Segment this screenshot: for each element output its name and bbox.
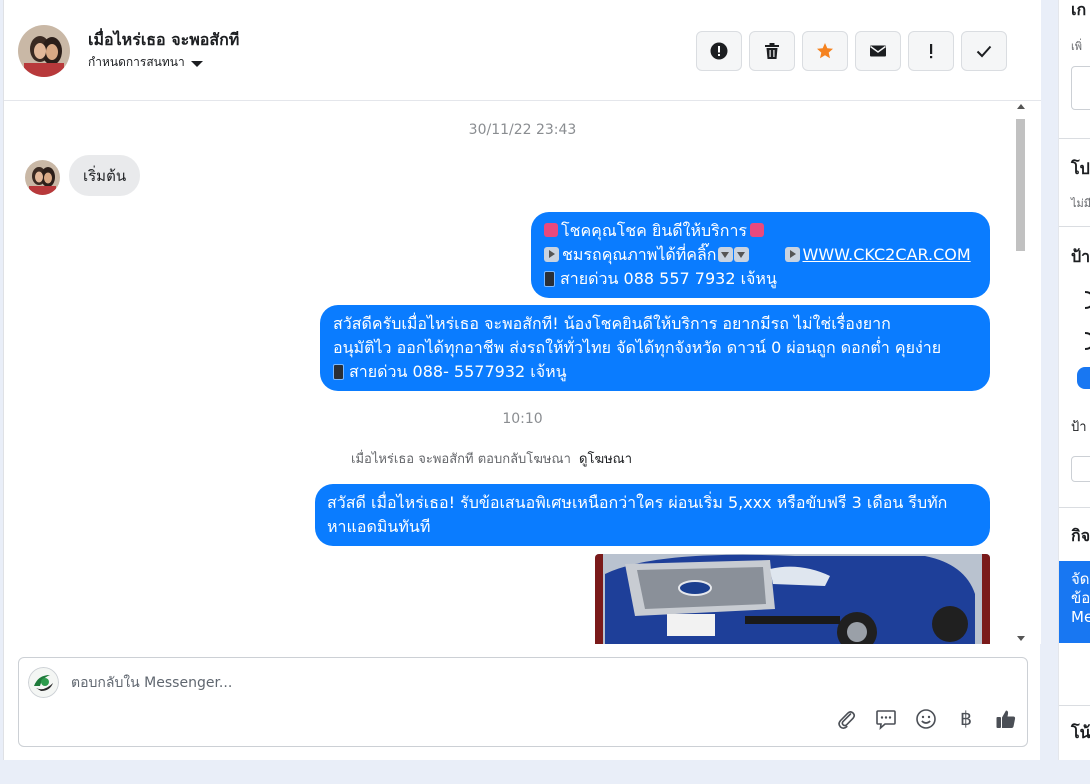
exclamation-icon [930, 44, 933, 59]
section-subtext: เพิ่ [1071, 40, 1083, 53]
label-input[interactable] [1071, 456, 1090, 482]
smiley-icon [916, 709, 936, 729]
section-heading: โป [1071, 159, 1090, 178]
envelope-icon [870, 45, 886, 57]
send-like-button[interactable] [995, 708, 1017, 730]
scroll-thumb[interactable] [1016, 119, 1025, 251]
outgoing-message-bubble[interactable]: โชคคุณโชค ยินดีให้บริการ ชมรถคุณภาพได้ที… [531, 212, 990, 298]
attach-file-button[interactable] [835, 708, 857, 730]
message-timestamp: 30/11/22 23:43 [468, 122, 577, 138]
divider [1059, 507, 1090, 508]
add-label-button[interactable] [1077, 367, 1090, 389]
section-subtext: ไม่มี [1071, 197, 1090, 210]
manage-orders-button[interactable]: จัด ข้อ Me [1059, 561, 1090, 643]
trash-icon [765, 43, 779, 59]
down-arrow-emoji-icon [717, 247, 733, 262]
message-text: สวัสดี เมื่อไหร่เธอ! รับข้อเสนอพิเศษเหนื… [327, 493, 948, 512]
contact-name: เมื่อไหร่เธอ จะพอสักที [88, 30, 240, 49]
down-arrow-emoji-icon [733, 247, 749, 262]
alert-circle-icon [710, 42, 728, 60]
message-text: โชคคุณโชค ยินดีให้บริการ [561, 221, 748, 240]
message-text: สายด่วน 088 557 7932 เจ้หนู [560, 269, 777, 288]
message-text: ชมรถคุณภาพได้ที่คลิ๊ก [562, 245, 717, 264]
saved-replies-button[interactable] [875, 708, 897, 730]
reply-composer: ฿ [18, 657, 1028, 747]
conversation-schedule-label: กำหนดการสนทนา [88, 55, 185, 69]
play-button-emoji-icon [784, 247, 800, 262]
contact-avatar-small [25, 160, 60, 195]
thumbs-up-icon [996, 710, 1016, 728]
outgoing-message-bubble[interactable]: สวัสดี เมื่อไหร่เธอ! รับข้อเสนอพิเศษเหนื… [315, 484, 990, 546]
contact-details-panel: เก เพิ่ โป ไม่มี ป้า ป้า กิจ จัด ข้อ Me … [1058, 0, 1090, 760]
mobile-phone-emoji-icon [333, 364, 344, 380]
messages-scrollbar[interactable] [1014, 101, 1027, 644]
ad-reply-notice: เมื่อไหร่เธอ จะพอสักที ตอบกลับโฆษณา ดูโฆ… [351, 448, 632, 469]
panel-card[interactable] [1071, 66, 1090, 110]
message-thread[interactable]: 30/11/22 23:43 เริ่มต้น โชคคุณโชค ยินดีใ… [4, 101, 1041, 644]
labels-heading: ป้า [1071, 247, 1090, 266]
outgoing-message-bubble[interactable]: สวัสดีครับเมื่อไหร่เธอ จะพอสักที! น้องโช… [320, 305, 990, 391]
message-text: สวัสดีครับเมื่อไหร่เธอ จะพอสักที! น้องโช… [333, 314, 891, 333]
emoji-icon [544, 223, 558, 237]
incoming-message-bubble[interactable]: เริ่มต้น [69, 155, 141, 196]
header-toolbar [696, 31, 1007, 71]
mark-done-button[interactable] [961, 31, 1007, 71]
message-text: หาแอดมินทันที [327, 517, 431, 536]
payment-button[interactable]: ฿ [955, 708, 977, 730]
mobile-phone-emoji-icon [544, 271, 555, 287]
website-link[interactable]: WWW.CKC2CAR.COM [803, 245, 971, 264]
contact-avatar[interactable] [18, 25, 70, 77]
section-heading: เก [1071, 0, 1087, 19]
conversation-schedule-dropdown[interactable]: กำหนดการสนทนา [88, 53, 203, 72]
emoji-button[interactable] [915, 708, 937, 730]
scroll-down-arrow-icon[interactable] [1017, 636, 1025, 641]
mark-unread-button[interactable] [855, 31, 901, 71]
divider [1059, 226, 1090, 227]
scroll-up-arrow-icon[interactable] [1017, 104, 1025, 109]
delete-button[interactable] [749, 31, 795, 71]
button-label: จัด [1071, 570, 1090, 588]
caret-down-icon [190, 60, 203, 67]
check-icon [976, 45, 992, 58]
speech-bubble-icon [876, 710, 896, 730]
reply-input[interactable] [71, 672, 771, 694]
label-chip[interactable] [1071, 327, 1090, 353]
label-text: ป้า [1071, 420, 1087, 435]
composer-toolbar: ฿ [835, 708, 1017, 730]
follow-up-button[interactable] [908, 31, 954, 71]
button-label: ข้อ [1071, 589, 1090, 607]
chat-panel: เมื่อไหร่เธอ จะพอสักที กำหนดการสนทนา 30/… [3, 0, 1041, 760]
play-button-emoji-icon [544, 247, 559, 262]
baht-icon: ฿ [959, 708, 973, 730]
chat-header: เมื่อไหร่เธอ จะพอสักที กำหนดการสนทนา [4, 0, 1041, 101]
emoji-icon [750, 223, 765, 237]
message-text: อนุมัติไว ออกได้ทุกอาชีพ ส่งรถให้ทั่วไทย… [333, 338, 942, 357]
label-chip[interactable] [1071, 286, 1090, 312]
notes-heading: โน้ [1071, 723, 1090, 742]
divider [1059, 138, 1090, 139]
activity-heading: กิจ [1071, 526, 1090, 545]
star-button[interactable] [802, 31, 848, 71]
report-spam-button[interactable] [696, 31, 742, 71]
car-image-attachment[interactable] [595, 554, 990, 644]
paperclip-icon [838, 711, 856, 729]
button-label: Me [1071, 608, 1090, 626]
message-text: สายด่วน 088- 5577932 เจ้หนู [349, 362, 567, 381]
view-ad-link[interactable]: ดูโฆษณา [579, 452, 632, 467]
message-timestamp: 10:10 [502, 411, 543, 427]
page-avatar [28, 667, 59, 698]
star-icon [817, 43, 833, 59]
ad-reply-text: เมื่อไหร่เธอ จะพอสักที ตอบกลับโฆษณา [351, 452, 571, 467]
divider [1059, 705, 1090, 706]
